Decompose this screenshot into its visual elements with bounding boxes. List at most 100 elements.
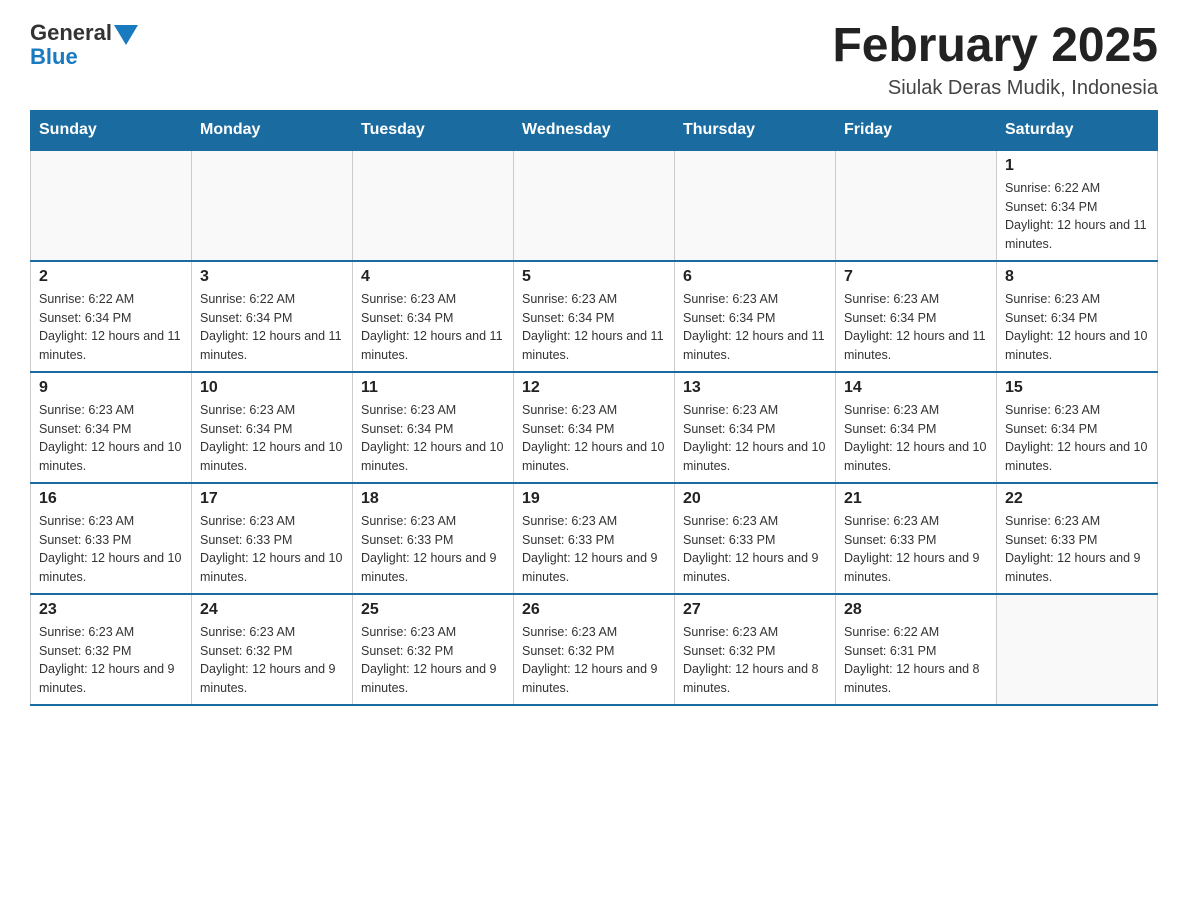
calendar-week-row: 23 Sunrise: 6:23 AM Sunset: 6:32 PM Dayli… [31, 594, 1158, 705]
calendar-cell: 15Sunrise: 6:23 AM Sunset: 6:34 PM Dayli… [997, 372, 1158, 483]
page-header: General Blue February 2025 Siulak Deras … [30, 20, 1158, 100]
day-info: Sunrise: 6:23 AM Sunset: 6:32 PM Dayligh… [39, 623, 183, 698]
calendar-header-wednesday: Wednesday [514, 110, 675, 150]
day-number: 7 [844, 268, 988, 286]
calendar-header-row: SundayMondayTuesdayWednesdayThursdayFrid… [31, 110, 1158, 150]
calendar-week-row: 9Sunrise: 6:23 AM Sunset: 6:34 PM Daylig… [31, 372, 1158, 483]
day-info: Sunrise: 6:22 AM Sunset: 6:34 PM Dayligh… [200, 290, 344, 365]
day-info: Sunrise: 6:23 AM Sunset: 6:34 PM Dayligh… [39, 401, 183, 476]
day-number: 1 [1005, 157, 1149, 175]
day-info: Sunrise: 6:23 AM Sunset: 6:33 PM Dayligh… [39, 512, 183, 587]
day-info: Sunrise: 6:23 AM Sunset: 6:34 PM Dayligh… [844, 401, 988, 476]
calendar-cell: 25 Sunrise: 6:23 AM Sunset: 6:32 PM Dayli… [353, 594, 514, 705]
calendar-cell: 10 Sunrise: 6:23 AM Sunset: 6:34 PM Dayli… [192, 372, 353, 483]
day-number: 12 [522, 379, 666, 397]
calendar-header-monday: Monday [192, 110, 353, 150]
day-info: Sunrise: 6:23 AM Sunset: 6:32 PM Dayligh… [683, 623, 827, 698]
day-number: 18 [361, 490, 505, 508]
day-info: Sunrise: 6:23 AM Sunset: 6:34 PM Dayligh… [522, 401, 666, 476]
calendar-cell [997, 594, 1158, 705]
calendar-cell: 12 Sunrise: 6:23 AM Sunset: 6:34 PM Dayli… [514, 372, 675, 483]
day-number: 16 [39, 490, 183, 508]
calendar-cell: 27 Sunrise: 6:23 AM Sunset: 6:32 PM Dayli… [675, 594, 836, 705]
calendar-cell: 13Sunrise: 6:23 AM Sunset: 6:34 PM Dayli… [675, 372, 836, 483]
location-title: Siulak Deras Mudik, Indonesia [832, 77, 1158, 100]
day-number: 27 [683, 601, 827, 619]
day-info: Sunrise: 6:23 AM Sunset: 6:33 PM Dayligh… [844, 512, 988, 587]
day-info: Sunrise: 6:23 AM Sunset: 6:32 PM Dayligh… [200, 623, 344, 698]
calendar-cell: 2 Sunrise: 6:22 AM Sunset: 6:34 PM Daylig… [31, 261, 192, 372]
calendar-cell: 4 Sunrise: 6:23 AM Sunset: 6:34 PM Daylig… [353, 261, 514, 372]
calendar-cell [514, 150, 675, 261]
logo-general-text: General [30, 20, 112, 46]
calendar-cell [675, 150, 836, 261]
calendar-header-friday: Friday [836, 110, 997, 150]
calendar-cell: 7 Sunrise: 6:23 AM Sunset: 6:34 PM Daylig… [836, 261, 997, 372]
day-number: 22 [1005, 490, 1149, 508]
calendar-cell: 3 Sunrise: 6:22 AM Sunset: 6:34 PM Daylig… [192, 261, 353, 372]
calendar-cell: 28 Sunrise: 6:22 AM Sunset: 6:31 PM Dayli… [836, 594, 997, 705]
day-number: 21 [844, 490, 988, 508]
day-info: Sunrise: 6:23 AM Sunset: 6:33 PM Dayligh… [522, 512, 666, 587]
calendar-cell: 19 Sunrise: 6:23 AM Sunset: 6:33 PM Dayli… [514, 483, 675, 594]
day-number: 19 [522, 490, 666, 508]
day-info: Sunrise: 6:23 AM Sunset: 6:34 PM Dayligh… [361, 290, 505, 365]
calendar-table: SundayMondayTuesdayWednesdayThursdayFrid… [30, 110, 1158, 706]
calendar-cell: 24 Sunrise: 6:23 AM Sunset: 6:32 PM Dayli… [192, 594, 353, 705]
calendar-week-row: 2 Sunrise: 6:22 AM Sunset: 6:34 PM Daylig… [31, 261, 1158, 372]
logo: General Blue [30, 20, 138, 70]
calendar-cell: 8 Sunrise: 6:23 AM Sunset: 6:34 PM Daylig… [997, 261, 1158, 372]
logo-blue-text: Blue [30, 44, 138, 70]
day-info: Sunrise: 6:23 AM Sunset: 6:34 PM Dayligh… [200, 401, 344, 476]
day-number: 2 [39, 268, 183, 286]
calendar-header-saturday: Saturday [997, 110, 1158, 150]
calendar-cell: 1 Sunrise: 6:22 AM Sunset: 6:34 PM Daylig… [997, 150, 1158, 261]
day-number: 6 [683, 268, 827, 286]
day-number: 24 [200, 601, 344, 619]
title-area: February 2025 Siulak Deras Mudik, Indone… [832, 20, 1158, 100]
calendar-week-row: 16 Sunrise: 6:23 AM Sunset: 6:33 PM Dayli… [31, 483, 1158, 594]
day-number: 26 [522, 601, 666, 619]
day-info: Sunrise: 6:23 AM Sunset: 6:34 PM Dayligh… [844, 290, 988, 365]
calendar-cell: 16 Sunrise: 6:23 AM Sunset: 6:33 PM Dayli… [31, 483, 192, 594]
day-number: 23 [39, 601, 183, 619]
calendar-cell: 11Sunrise: 6:23 AM Sunset: 6:34 PM Dayli… [353, 372, 514, 483]
calendar-cell: 6Sunrise: 6:23 AM Sunset: 6:34 PM Daylig… [675, 261, 836, 372]
calendar-header-tuesday: Tuesday [353, 110, 514, 150]
day-number: 4 [361, 268, 505, 286]
calendar-cell: 14 Sunrise: 6:23 AM Sunset: 6:34 PM Dayli… [836, 372, 997, 483]
day-number: 28 [844, 601, 988, 619]
calendar-cell [31, 150, 192, 261]
day-info: Sunrise: 6:23 AM Sunset: 6:34 PM Dayligh… [361, 401, 505, 476]
day-info: Sunrise: 6:22 AM Sunset: 6:34 PM Dayligh… [1005, 179, 1149, 254]
day-number: 8 [1005, 268, 1149, 286]
day-number: 10 [200, 379, 344, 397]
calendar-cell: 5Sunrise: 6:23 AM Sunset: 6:34 PM Daylig… [514, 261, 675, 372]
logo-triangle-icon [114, 25, 138, 45]
day-info: Sunrise: 6:22 AM Sunset: 6:31 PM Dayligh… [844, 623, 988, 698]
calendar-cell [836, 150, 997, 261]
day-number: 20 [683, 490, 827, 508]
day-info: Sunrise: 6:23 AM Sunset: 6:34 PM Dayligh… [1005, 401, 1149, 476]
day-number: 3 [200, 268, 344, 286]
calendar-header-sunday: Sunday [31, 110, 192, 150]
calendar-cell: 22Sunrise: 6:23 AM Sunset: 6:33 PM Dayli… [997, 483, 1158, 594]
calendar-cell [192, 150, 353, 261]
day-info: Sunrise: 6:23 AM Sunset: 6:34 PM Dayligh… [1005, 290, 1149, 365]
calendar-cell: 23 Sunrise: 6:23 AM Sunset: 6:32 PM Dayli… [31, 594, 192, 705]
calendar-cell: 21 Sunrise: 6:23 AM Sunset: 6:33 PM Dayli… [836, 483, 997, 594]
day-number: 5 [522, 268, 666, 286]
calendar-cell: 26 Sunrise: 6:23 AM Sunset: 6:32 PM Dayli… [514, 594, 675, 705]
day-info: Sunrise: 6:23 AM Sunset: 6:33 PM Dayligh… [200, 512, 344, 587]
day-info: Sunrise: 6:23 AM Sunset: 6:32 PM Dayligh… [361, 623, 505, 698]
day-info: Sunrise: 6:23 AM Sunset: 6:33 PM Dayligh… [361, 512, 505, 587]
day-info: Sunrise: 6:22 AM Sunset: 6:34 PM Dayligh… [39, 290, 183, 365]
day-number: 14 [844, 379, 988, 397]
day-number: 25 [361, 601, 505, 619]
calendar-cell [353, 150, 514, 261]
calendar-week-row: 1 Sunrise: 6:22 AM Sunset: 6:34 PM Daylig… [31, 150, 1158, 261]
day-info: Sunrise: 6:23 AM Sunset: 6:32 PM Dayligh… [522, 623, 666, 698]
calendar-cell: 17Sunrise: 6:23 AM Sunset: 6:33 PM Dayli… [192, 483, 353, 594]
calendar-cell: 9Sunrise: 6:23 AM Sunset: 6:34 PM Daylig… [31, 372, 192, 483]
day-info: Sunrise: 6:23 AM Sunset: 6:34 PM Dayligh… [683, 401, 827, 476]
